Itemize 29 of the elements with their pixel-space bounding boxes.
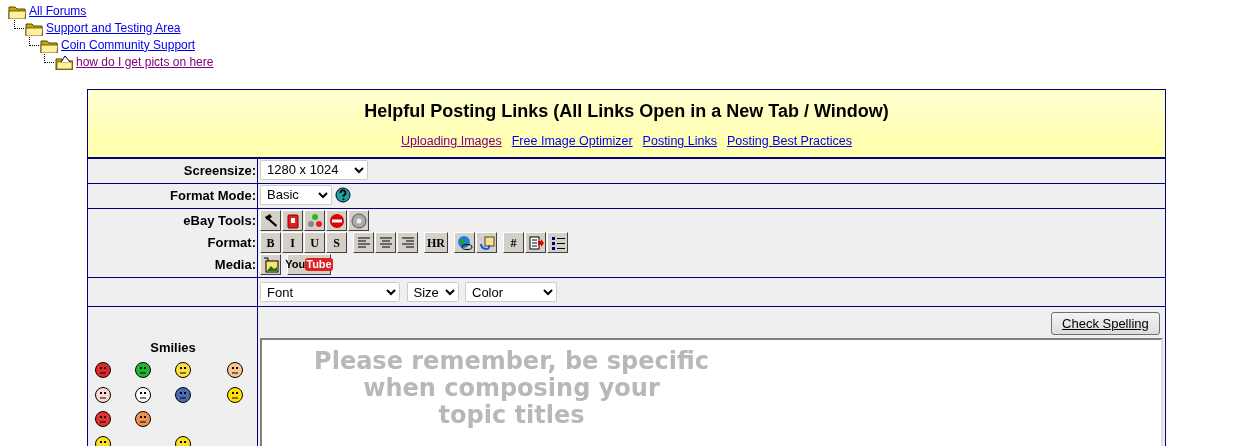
breadcrumb-link[interactable]: Support and Testing Area (46, 18, 181, 37)
breadcrumb-link[interactable]: how do I get picts on here (76, 52, 214, 71)
help-link[interactable]: Free Image Optimizer (511, 134, 633, 148)
screensize-select[interactable]: 1280 x 1024 (260, 159, 368, 180)
video-button[interactable]: YouTube (287, 254, 331, 276)
format-button[interactable]: I (282, 232, 303, 254)
check-spelling-button[interactable]: Check Spelling (1051, 311, 1160, 335)
format-button[interactable]: U (304, 232, 325, 254)
color-select[interactable]: Color (465, 282, 557, 302)
smilies-heading: Smilies (149, 339, 197, 358)
message-field[interactable]: Please remember, be specific when composing your topic titles (260, 338, 1163, 446)
field-label: Media: (214, 256, 256, 272)
breadcrumb-link[interactable]: All Forums (29, 1, 87, 20)
field-label: eBay Tools: (183, 212, 256, 228)
help-link[interactable]: Uploading Images (400, 134, 502, 148)
panel-title: Helpful Posting Links (All Links Open in a New Tab / Window) (363, 100, 890, 123)
help-link[interactable]: Posting Links (642, 134, 717, 148)
format-button[interactable]: B (260, 232, 281, 254)
field-label: Format: (207, 234, 256, 250)
help-link[interactable]: Posting Best Practices (726, 134, 853, 148)
size-select[interactable]: Size (406, 282, 459, 302)
format-button[interactable]: HR (424, 232, 448, 254)
format-button[interactable]: S (326, 232, 347, 254)
font-select[interactable]: Font (260, 282, 400, 302)
breadcrumb-link[interactable]: Coin Community Support (61, 35, 196, 54)
field-label: Screensize: (183, 162, 256, 178)
format-mode-select[interactable]: Basic (260, 184, 332, 205)
field-label: Format Mode: (170, 187, 256, 203)
format-button[interactable]: # (503, 232, 524, 254)
